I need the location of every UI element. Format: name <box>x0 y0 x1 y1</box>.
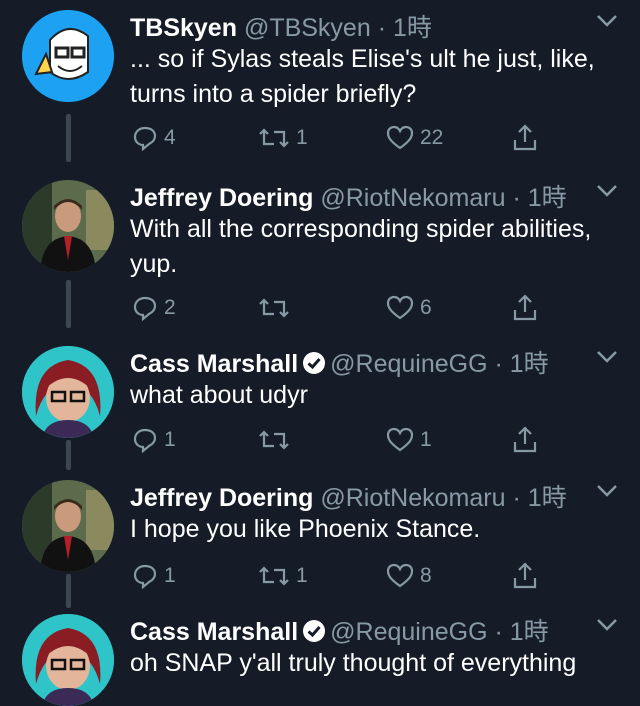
tweet-header: Cass Marshall @RequineGG · 1時 <box>130 344 590 380</box>
retweet-button[interactable] <box>258 292 296 324</box>
like-count: 22 <box>420 126 444 149</box>
photo-avatar-icon <box>22 480 114 572</box>
tweet[interactable]: TBSkyen @TBSkyen · 1時 ... so if Sylas st… <box>0 0 640 170</box>
photo-avatar-icon <box>22 614 114 706</box>
share-icon <box>513 426 537 453</box>
tweet-header: Jeffrey Doering @RiotNekomaru · 1時 <box>130 478 590 514</box>
tweet-header: TBSkyen @TBSkyen · 1時 <box>130 8 590 44</box>
retweet-icon <box>259 128 289 148</box>
tweet[interactable]: Cass Marshall @RequineGG · 1時 oh SNAP y'a… <box>0 604 640 706</box>
separator-dot: · <box>494 350 503 378</box>
tweet-text: what about udyr <box>130 381 308 409</box>
reply-count: 1 <box>164 564 176 587</box>
user-handle[interactable]: @RiotNekomaru <box>320 484 505 512</box>
share-icon <box>513 124 537 151</box>
reply-icon <box>133 564 157 589</box>
user-handle[interactable]: @RequineGG <box>330 350 487 378</box>
like-count: 8 <box>420 564 432 587</box>
like-icon <box>386 295 414 320</box>
separator-dot: · <box>512 184 521 212</box>
chevron-down-icon[interactable] <box>596 484 618 498</box>
like-button[interactable]: 8 <box>386 560 432 592</box>
tweet-actions: 2 6 <box>130 292 550 324</box>
chevron-down-icon[interactable] <box>596 618 618 632</box>
reply-count: 4 <box>164 126 176 149</box>
reply-button[interactable]: 2 <box>132 292 176 324</box>
like-button[interactable]: 6 <box>386 292 432 324</box>
chevron-down-icon[interactable] <box>596 350 618 364</box>
like-icon <box>386 125 414 150</box>
retweet-icon <box>259 298 289 318</box>
like-count: 1 <box>420 428 432 451</box>
share-button[interactable] <box>512 424 538 456</box>
avatar-jeffrey-doering[interactable] <box>22 480 114 572</box>
reply-button[interactable]: 1 <box>132 424 176 456</box>
reply-button[interactable]: 1 <box>132 560 176 592</box>
retweet-button[interactable]: 1 <box>258 560 308 592</box>
display-name[interactable]: Jeffrey Doering <box>130 184 313 212</box>
timestamp[interactable]: 1時 <box>510 618 549 646</box>
retweet-count: 1 <box>296 564 308 587</box>
like-button[interactable]: 22 <box>386 122 443 154</box>
share-icon <box>513 562 537 589</box>
tweet-actions: 1 1 8 <box>130 560 550 592</box>
share-button[interactable] <box>512 122 538 154</box>
reply-icon <box>133 126 157 151</box>
separator-dot: · <box>494 618 503 646</box>
avatar-cass-marshall[interactable] <box>22 614 114 706</box>
tweet-header: Cass Marshall @RequineGG · 1時 <box>130 612 590 648</box>
retweet-count: 1 <box>296 126 308 149</box>
retweet-icon <box>259 566 289 586</box>
timestamp[interactable]: 1時 <box>528 184 567 212</box>
like-icon <box>386 563 414 588</box>
verified-badge-icon <box>303 620 326 642</box>
share-button[interactable] <box>512 560 538 592</box>
tweet-header: Jeffrey Doering @RiotNekomaru · 1時 <box>130 178 590 214</box>
user-handle[interactable]: @RiotNekomaru <box>320 184 505 212</box>
display-name[interactable]: Cass Marshall <box>130 618 298 646</box>
photo-avatar-icon <box>22 346 114 438</box>
display-name[interactable]: Jeffrey Doering <box>130 484 313 512</box>
tweet-text: oh SNAP y'all truly thought of everythin… <box>130 649 577 677</box>
display-name[interactable]: Cass Marshall <box>130 350 298 378</box>
retweet-icon <box>259 430 289 450</box>
tweet[interactable]: Jeffrey Doering @RiotNekomaru · 1時 With … <box>0 170 640 340</box>
separator-dot: · <box>377 14 387 42</box>
timestamp[interactable]: 1時 <box>528 484 567 512</box>
chevron-down-icon[interactable] <box>596 184 618 198</box>
timestamp[interactable]: 1時 <box>510 350 549 378</box>
reply-icon <box>133 428 157 453</box>
tweet-actions: 1 1 <box>130 424 550 456</box>
chevron-down-icon[interactable] <box>596 14 618 28</box>
tweet[interactable]: Cass Marshall @RequineGG · 1時 what about … <box>0 336 640 476</box>
separator-dot: · <box>512 484 521 512</box>
like-count: 6 <box>420 296 432 319</box>
user-handle[interactable]: @TBSkyen <box>244 14 371 42</box>
user-handle[interactable]: @RequineGG <box>330 618 487 646</box>
share-icon <box>513 294 537 321</box>
display-name[interactable]: TBSkyen <box>130 14 237 42</box>
photo-avatar-icon <box>22 180 114 272</box>
like-button[interactable]: 1 <box>386 424 432 456</box>
avatar-tbskyen[interactable] <box>22 10 114 102</box>
verified-badge-icon <box>303 352 326 374</box>
cartoon-avatar-icon <box>22 10 114 102</box>
tweet-actions: 4 1 22 <box>130 122 550 154</box>
tweet-text: ... so if Sylas steals Elise's ult he ju… <box>130 45 595 108</box>
reply-count: 2 <box>164 296 176 319</box>
tweet-text: With all the corresponding spider abilit… <box>130 215 592 278</box>
tweet-text: I hope you like Phoenix Stance. <box>130 515 481 543</box>
retweet-button[interactable] <box>258 424 296 456</box>
avatar-jeffrey-doering[interactable] <box>22 180 114 272</box>
share-button[interactable] <box>512 292 538 324</box>
reply-button[interactable]: 4 <box>132 122 176 154</box>
avatar-cass-marshall[interactable] <box>22 346 114 438</box>
retweet-button[interactable]: 1 <box>258 122 308 154</box>
timestamp[interactable]: 1時 <box>393 14 432 42</box>
like-icon <box>386 427 414 452</box>
reply-icon <box>133 296 157 321</box>
reply-count: 1 <box>164 428 176 451</box>
tweet[interactable]: Jeffrey Doering @RiotNekomaru · 1時 I hop… <box>0 470 640 606</box>
